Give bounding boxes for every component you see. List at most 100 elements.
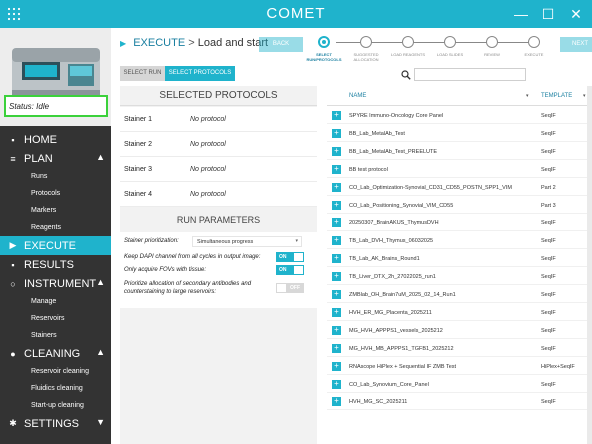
add-icon[interactable]: + <box>332 290 341 299</box>
table-row[interactable]: + ZMBlab_OH_Brain7uM_2025_02_14_Run1 SeqIF <box>327 286 592 303</box>
nav-results-label: RESULTS <box>24 258 74 271</box>
nav-home-label: HOME <box>24 133 57 146</box>
nav-cleaning[interactable]: ● CLEANING ▲ <box>0 344 111 363</box>
priority-toggle[interactable]: OFF <box>276 283 304 293</box>
nav-markers[interactable]: Markers <box>0 202 111 219</box>
table-row[interactable]: + CO_Lab_Positioning_Synovial_VIM_CD55 Par… <box>327 197 592 214</box>
table-row[interactable]: +20250307_BrainAKUS_ThymusDVH SeqIF <box>327 214 592 232</box>
prioritization-select[interactable]: Simultaneous progress ▾ <box>192 236 302 247</box>
protocol-name: BB_Lab_MetalAb_Test <box>349 130 405 137</box>
nav-startup-cleaning[interactable]: Start-up cleaning <box>0 397 111 414</box>
protocol-template: SeqIF <box>541 399 556 406</box>
add-icon[interactable]: + <box>332 164 341 174</box>
prioritization-label: Stainer prioritization: <box>124 238 179 244</box>
table-row[interactable]: + HVH_ER_MG_Placenta_2025211 SeqIF <box>327 304 592 321</box>
select-run-button[interactable]: SELECT RUN <box>120 66 165 81</box>
stainer-row[interactable]: Stainer 1 No protocol <box>120 107 317 132</box>
dapi-toggle[interactable]: ON <box>276 252 304 262</box>
nav-instrument-label: INSTRUMENT <box>24 277 97 290</box>
nav-runs[interactable]: Runs <box>0 168 111 185</box>
chevron-down-icon: ▼ <box>96 417 105 427</box>
add-icon[interactable]: + <box>332 200 341 210</box>
step-2-marker <box>360 36 372 48</box>
protocol-name: HVH_ER_MG_Placenta_2025211 <box>349 309 432 316</box>
search-input[interactable] <box>414 68 526 81</box>
step-5-label: REVIEW <box>484 52 500 57</box>
fov-toggle[interactable]: ON <box>276 265 304 275</box>
sort-icon[interactable]: ▾ <box>526 93 529 99</box>
add-icon[interactable]: + <box>332 397 341 407</box>
table-row[interactable]: + BB test protocol SeqIF <box>327 161 592 178</box>
add-icon[interactable]: + <box>332 272 341 282</box>
protocol-template: SeqIF <box>541 345 556 352</box>
nav-reservoir-cleaning[interactable]: Reservoir cleaning <box>0 363 111 380</box>
nav-results[interactable]: ▪ RESULTS <box>0 255 111 274</box>
table-scrollbar[interactable] <box>587 86 592 444</box>
main-nav: ▪ HOME ≡ PLAN ▲ Runs Protocols Markers R… <box>0 130 111 433</box>
table-row[interactable]: + MG_HVH_APPPS1_vessels_2025212 SeqIF <box>327 322 592 339</box>
add-icon[interactable]: + <box>332 146 341 156</box>
close-button[interactable]: ✕ <box>564 2 588 26</box>
stainer-row[interactable]: Stainer 2 No protocol <box>120 132 317 157</box>
nav-reagents[interactable]: Reagents <box>0 219 111 236</box>
table-row[interactable]: + SPYRE Immuno-Oncology Core Panel SeqIF <box>327 107 592 124</box>
stainer-row[interactable]: Stainer 3 No protocol <box>120 157 317 182</box>
table-row[interactable]: + HVH_MG_SC_2025211 SeqIF <box>327 393 592 411</box>
add-icon[interactable]: + <box>332 128 341 138</box>
prioritization-value: Simultaneous progress <box>197 239 254 245</box>
next-button[interactable]: NEXT <box>560 37 592 52</box>
add-icon[interactable]: + <box>332 361 341 371</box>
select-protocols-button[interactable]: SELECT PROTOCOLS <box>165 66 235 81</box>
sort-icon[interactable]: ▾ <box>583 93 586 99</box>
nav-fluidics-cleaning[interactable]: Fluidics cleaning <box>0 380 111 397</box>
stainer-row[interactable]: Stainer 4 No protocol <box>120 182 317 207</box>
add-icon[interactable]: + <box>332 325 341 335</box>
nav-settings[interactable]: ✱ SETTINGS ▼ <box>0 414 111 433</box>
add-icon[interactable]: + <box>332 111 341 120</box>
protocol-template: SeqIF <box>541 274 556 281</box>
breadcrumb-section[interactable]: EXECUTE <box>133 37 185 49</box>
add-icon[interactable]: + <box>332 236 341 246</box>
table-row[interactable]: + RNAscope HiPlex + Sequential IF ZMB Tes… <box>327 358 592 375</box>
protocol-name: TB_Liver_DTX_2h_27022025_run1 <box>349 274 436 281</box>
table-row[interactable]: + TB_Liver_DTX_2h_27022025_run1 SeqIF <box>327 268 592 286</box>
table-row[interactable]: + CO_Lab_Synovium_Core_Panel SeqIF <box>327 376 592 393</box>
wizard-stepper: SELECT RUN/PROTOCOLS SUGGESTED ALLOCATIO… <box>305 35 555 65</box>
column-template-header[interactable]: TEMPLATE <box>541 93 572 99</box>
stainer-label: Stainer 4 <box>124 191 153 198</box>
table-row[interactable]: + MG_HVH_MB_APPPS1_TGFB1_2025212 SeqIF <box>327 340 592 357</box>
chevron-up-icon: ▲ <box>96 152 105 162</box>
play-icon: ▶ <box>120 39 127 48</box>
add-icon[interactable]: + <box>332 343 341 353</box>
table-row[interactable]: + BB_Lab_MetalAb_Test_PREELUTE SeqIF <box>327 143 592 160</box>
nav-instrument[interactable]: ○ INSTRUMENT ▲ <box>0 274 111 293</box>
add-icon[interactable]: + <box>332 307 341 317</box>
nav-manage[interactable]: Manage <box>0 293 111 310</box>
nav-reservoirs[interactable]: Reservoirs <box>0 310 111 327</box>
add-icon[interactable]: + <box>332 254 341 264</box>
status-label: Status: <box>9 102 34 111</box>
nav-protocols[interactable]: Protocols <box>0 185 111 202</box>
add-icon[interactable]: + <box>332 379 341 389</box>
add-icon[interactable]: + <box>332 182 341 192</box>
column-name-header[interactable]: NAME <box>349 93 366 99</box>
nav-stainers[interactable]: Stainers <box>0 327 111 344</box>
table-row[interactable]: + TB_Lab_AK_Brains_Round1 SeqIF <box>327 250 592 268</box>
add-icon[interactable]: + <box>332 218 341 228</box>
nav-execute-label: EXECUTE <box>24 239 76 252</box>
minimize-button[interactable]: — <box>509 2 533 26</box>
nav-execute[interactable]: ▶ EXECUTE <box>0 236 111 255</box>
nav-plan[interactable]: ≡ PLAN ▲ <box>0 149 111 168</box>
table-row[interactable]: + CO_Lab_Optimization-Synovial_CD31_CD55_… <box>327 179 592 196</box>
back-button[interactable]: BACK <box>259 37 303 52</box>
maximize-button[interactable]: ☐ <box>536 2 560 26</box>
play-icon: ▶ <box>9 240 17 250</box>
protocol-template: SeqIF <box>541 148 556 155</box>
nav-settings-label: SETTINGS <box>24 417 80 430</box>
table-row[interactable]: + BB_Lab_MetalAb_Test SeqIF <box>327 125 592 142</box>
protocol-template: SeqIF <box>541 327 556 334</box>
table-row[interactable]: + TB_Lab_DVH_Thymus_06032025 SeqIF <box>327 232 592 250</box>
protocol-template: SeqIF <box>541 166 556 173</box>
nav-home[interactable]: ▪ HOME <box>0 130 111 149</box>
chevron-down-icon: ▾ <box>295 238 298 244</box>
